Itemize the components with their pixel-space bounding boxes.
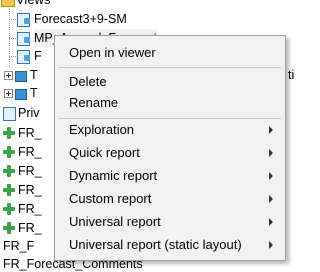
submenu-arrow-icon — [269, 195, 273, 203]
group-icon — [14, 87, 27, 100]
menu-item-open-in-viewer[interactable]: Open in viewer — [57, 41, 283, 64]
tree-node-label-overflow: ti — [288, 68, 295, 82]
report-icon — [2, 202, 16, 216]
tree-node-label: Forecast3+9-SM — [34, 12, 127, 26]
tree-node-report[interactable]: FR_ — [2, 143, 42, 161]
menu-item-label: Universal report — [69, 214, 161, 229]
tree-node-report[interactable]: FR_ — [2, 200, 42, 218]
menu-item-custom-report[interactable]: Custom report — [57, 187, 283, 210]
tree-node-private[interactable]: Priv — [2, 104, 40, 122]
tree-guide-line — [9, 38, 16, 39]
tree-node-view[interactable]: Forecast3+9-SM — [16, 10, 127, 28]
tree-node-view[interactable]: F — [16, 47, 42, 65]
menu-item-rename[interactable]: Rename — [57, 91, 283, 114]
tree-guide-line — [9, 56, 16, 57]
tree-node-label: T — [30, 86, 38, 100]
tree-node-label: F — [34, 49, 42, 63]
tree-node-report[interactable]: FR_ — [2, 162, 42, 180]
report-icon — [2, 145, 16, 159]
tree-node-label: T — [30, 68, 38, 82]
menu-item-label: Dynamic report — [69, 168, 158, 183]
menu-item-label: Universal report (static layout) — [69, 237, 242, 252]
report-icon — [2, 126, 16, 140]
tree-node-label: Views — [16, 0, 50, 9]
menu-item-universal-report-static-layout[interactable]: Universal report (static layout) — [57, 233, 283, 256]
tree-node-label: FR_ — [18, 202, 42, 216]
submenu-arrow-icon — [269, 172, 273, 180]
tree-node-label: FR_ — [18, 126, 42, 140]
menu-item-dynamic-report[interactable]: Dynamic report — [57, 164, 283, 187]
tree-guide-line — [9, 19, 16, 20]
tree-node-report[interactable]: FR_ — [2, 219, 42, 237]
folder-icon — [0, 0, 15, 7]
menu-item-exploration[interactable]: Exploration — [57, 118, 283, 141]
tree-node-label: FR_F — [3, 239, 35, 253]
tree-node-report[interactable]: FR_ — [2, 181, 42, 199]
menu-item-label: Custom report — [69, 191, 152, 206]
report-icon — [2, 183, 16, 197]
tree-node-group[interactable]: T — [4, 84, 38, 102]
menu-item-delete[interactable]: Delete — [57, 70, 283, 93]
tree-node-label: FR_ — [18, 221, 42, 235]
group-icon — [14, 69, 27, 82]
private-folder-icon — [2, 106, 16, 121]
menu-separator — [59, 67, 281, 68]
tree-node-label: FR_ — [18, 145, 42, 159]
report-icon — [2, 221, 16, 235]
menu-item-label: Open in viewer — [69, 45, 156, 60]
submenu-arrow-icon — [269, 218, 273, 226]
submenu-arrow-icon — [269, 149, 273, 157]
tree-node-label: FR_ — [18, 183, 42, 197]
menu-item-label: Quick report — [69, 145, 140, 160]
menu-item-quick-report[interactable]: Quick report — [57, 141, 283, 164]
tree-node-group[interactable]: T — [4, 66, 38, 84]
tree-node-label: Priv — [18, 106, 40, 120]
tree-node-label: FR_ — [18, 164, 42, 178]
submenu-arrow-icon — [269, 126, 273, 134]
report-view-icon — [16, 49, 31, 64]
report-view-icon — [16, 12, 31, 27]
tree-node-views[interactable]: Views — [0, 0, 50, 9]
menu-item-label: Exploration — [69, 122, 135, 137]
menu-item-label: Rename — [69, 95, 119, 110]
report-view-icon — [16, 31, 31, 46]
expand-icon[interactable] — [4, 88, 13, 98]
expand-icon[interactable] — [4, 70, 13, 80]
context-menu: Open in viewer Delete Rename Exploration… — [54, 35, 286, 261]
menu-item-universal-report[interactable]: Universal report — [57, 210, 283, 233]
tree-node-report[interactable]: FR_ — [2, 124, 42, 142]
report-icon — [2, 164, 16, 178]
menu-item-label: Delete — [69, 74, 107, 89]
tree-node-report[interactable]: FR_F — [3, 237, 34, 255]
submenu-arrow-icon — [269, 241, 273, 249]
